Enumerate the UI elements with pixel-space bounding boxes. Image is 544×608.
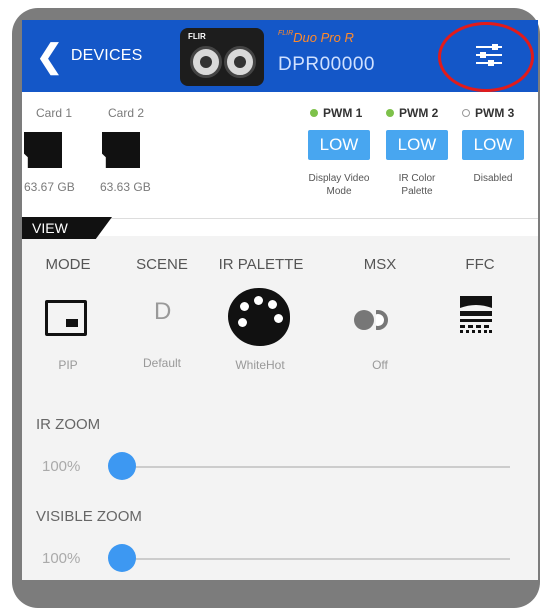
ir-zoom-value: 100% [42, 458, 81, 475]
chevron-left-icon: ❮ [36, 38, 63, 74]
ir-zoom-slider-thumb[interactable] [108, 452, 136, 480]
card-1-label: Card 1 [36, 106, 73, 120]
card-2-size: 63.63 GB [100, 180, 151, 194]
sd-card-icon [102, 132, 140, 168]
camera-brand-text: FLIR [188, 32, 206, 41]
model-name: FLIRDuo Pro R [278, 30, 354, 45]
visible-zoom-track[interactable] [110, 558, 510, 560]
ir-zoom-label: IR ZOOM [36, 416, 101, 433]
msx-value: Off [372, 358, 388, 372]
pwm-3-toggle[interactable]: PWM 3 [462, 106, 514, 120]
device-serial: DPR00000 [278, 54, 375, 75]
back-to-devices-button[interactable]: ❮ DEVICES [36, 40, 166, 72]
highlight-circle [438, 22, 534, 92]
card-2-label: Card 2 [108, 106, 145, 120]
camera-lens-icon [190, 46, 222, 78]
ir-palette-value: WhiteHot [235, 358, 285, 372]
pwm-3-mode: Disabled [473, 173, 513, 184]
pwm-2-level-button[interactable]: LOW [386, 130, 448, 160]
pwm-3-label: PWM 3 [475, 106, 515, 120]
pwm-1-level-button[interactable]: LOW [308, 130, 370, 160]
mode-value: PIP [58, 358, 78, 372]
visible-zoom-value: 100% [42, 550, 81, 567]
pwm-1-status-dot [310, 109, 318, 117]
model-name-text: Duo Pro R [293, 30, 354, 45]
pwm-2-label: PWM 2 [399, 106, 439, 120]
msx-toggle-icon[interactable] [354, 310, 394, 330]
model-brand: FLIR [278, 30, 294, 37]
app-screen: ❮ DEVICES FLIR FLIRDuo Pro R DPR00000 Ca… [22, 20, 538, 580]
scene-heading: SCENE [136, 256, 188, 273]
pwm-2-toggle[interactable]: PWM 2 [386, 106, 438, 120]
ir-palette-heading: IR PALETTE [218, 256, 304, 273]
pwm-3-status-dot [462, 109, 470, 117]
msx-heading: MSX [363, 256, 397, 273]
back-button-label: DEVICES [70, 47, 143, 64]
pwm-1-toggle[interactable]: PWM 1 [310, 106, 362, 120]
storage-and-pwm-section: Card 1 Card 2 63.67 GB 63.63 GB PWM 1 PW… [22, 96, 538, 214]
view-panel [22, 236, 538, 580]
palette-icon[interactable] [228, 288, 290, 346]
camera-thumbnail: FLIR [180, 28, 264, 86]
sd-card-icon [24, 132, 62, 168]
pwm-2-status-dot [386, 109, 394, 117]
visible-zoom-label: VISIBLE ZOOM [36, 508, 142, 525]
scene-value: Default [142, 356, 182, 370]
mode-heading: MODE [45, 256, 91, 273]
pwm-3-level-button[interactable]: LOW [462, 130, 524, 160]
header-bar: ❮ DEVICES FLIR FLIRDuo Pro R DPR00000 [22, 20, 538, 92]
ffc-shutter-icon[interactable] [458, 294, 494, 334]
ir-zoom-track[interactable] [110, 466, 510, 468]
pwm-2-mode: IR Color Palette [398, 173, 436, 197]
pwm-1-mode: Display Video Mode [308, 173, 370, 197]
camera-lens-icon [224, 46, 256, 78]
pip-mode-icon[interactable] [45, 300, 87, 336]
ffc-heading: FFC [465, 256, 495, 273]
pwm-1-label: PWM 1 [323, 106, 363, 120]
card-1-size: 63.67 GB [24, 180, 75, 194]
scene-d-icon[interactable]: D [154, 298, 171, 326]
